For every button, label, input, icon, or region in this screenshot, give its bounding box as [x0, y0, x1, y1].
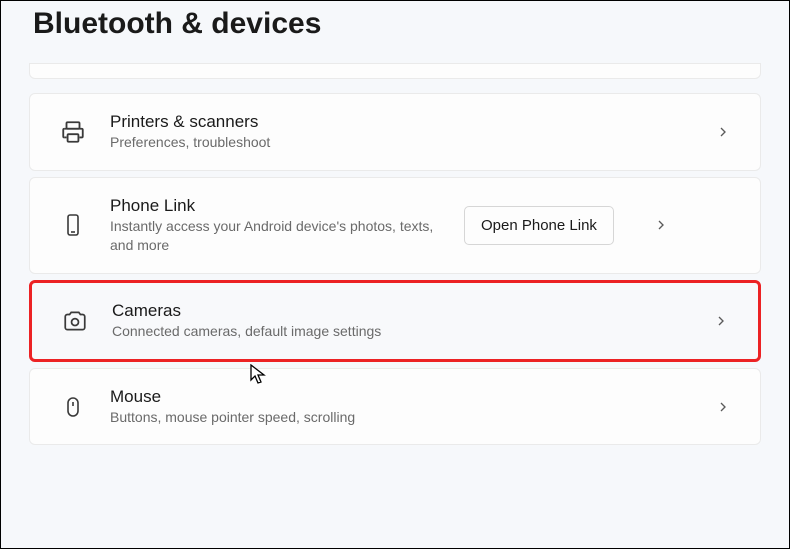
open-phone-link-button[interactable]: Open Phone Link: [464, 206, 614, 245]
setting-card-cameras[interactable]: Cameras Connected cameras, default image…: [29, 280, 761, 362]
setting-title: Printers & scanners: [110, 112, 690, 132]
printer-icon: [60, 119, 86, 145]
setting-text: Mouse Buttons, mouse pointer speed, scro…: [110, 387, 690, 427]
setting-card-mouse[interactable]: Mouse Buttons, mouse pointer speed, scro…: [29, 368, 761, 446]
setting-title: Cameras: [112, 301, 688, 321]
setting-title: Mouse: [110, 387, 690, 407]
setting-subtitle: Preferences, troubleshoot: [110, 133, 690, 152]
chevron-right-icon: [714, 123, 732, 141]
mouse-icon: [60, 394, 86, 420]
settings-list: Printers & scanners Preferences, trouble…: [1, 63, 789, 445]
setting-title: Phone Link: [110, 196, 440, 216]
chevron-right-icon: [652, 216, 670, 234]
chevron-right-icon: [714, 398, 732, 416]
setting-subtitle: Instantly access your Android device's p…: [110, 217, 440, 255]
setting-card-phone-link[interactable]: Phone Link Instantly access your Android…: [29, 177, 761, 274]
phone-icon: [60, 212, 86, 238]
setting-card-printers[interactable]: Printers & scanners Preferences, trouble…: [29, 93, 761, 171]
setting-text: Phone Link Instantly access your Android…: [110, 196, 440, 255]
partial-card-above: [29, 63, 761, 79]
setting-text: Cameras Connected cameras, default image…: [112, 301, 688, 341]
chevron-right-icon: [712, 312, 730, 330]
setting-subtitle: Buttons, mouse pointer speed, scrolling: [110, 408, 690, 427]
setting-subtitle: Connected cameras, default image setting…: [112, 322, 688, 341]
setting-text: Printers & scanners Preferences, trouble…: [110, 112, 690, 152]
camera-icon: [62, 308, 88, 334]
page-title: Bluetooth & devices: [1, 1, 789, 41]
